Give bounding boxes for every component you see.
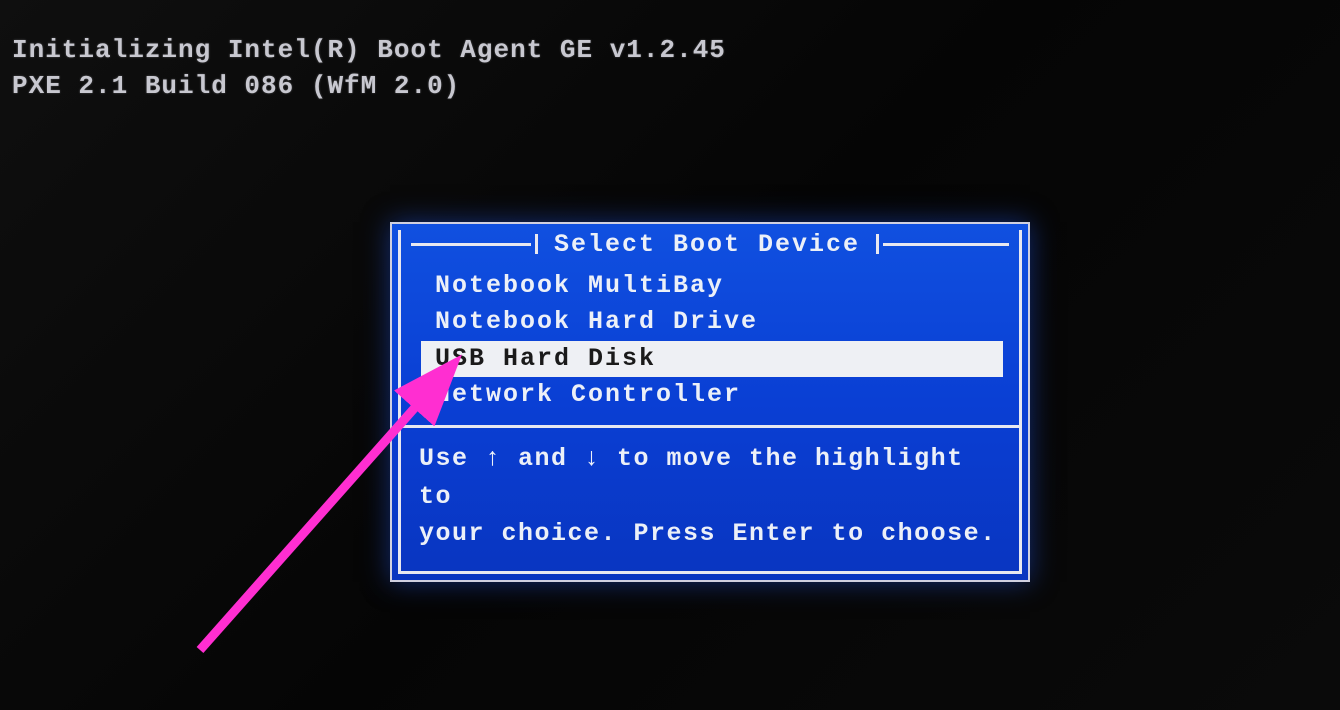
frame-bottom-line <box>401 571 1019 574</box>
frame-tick-left <box>535 234 538 254</box>
frame-line-right <box>883 243 1009 246</box>
boot-option-multibay[interactable]: Notebook MultiBay <box>431 268 1003 304</box>
boot-option-network-controller[interactable]: Network Controller <box>431 377 1003 413</box>
boot-line-2: PXE 2.1 Build 086 (WfM 2.0) <box>12 68 1328 104</box>
boot-line-1: Initializing Intel(R) Boot Agent GE v1.2… <box>12 32 1328 68</box>
help-line-2: your choice. Press Enter to choose. <box>419 515 1001 553</box>
boot-option-usb-hard-disk[interactable]: USB Hard Disk <box>421 341 1003 377</box>
frame-tick-right <box>876 234 879 254</box>
help-line-1: Use ↑ and ↓ to move the highlight to <box>419 440 1001 515</box>
boot-menu-title: Select Boot Device <box>542 230 872 259</box>
boot-menu-help: Use ↑ and ↓ to move the highlight to you… <box>401 428 1019 571</box>
frame-line-left <box>411 243 531 246</box>
boot-option-hard-drive[interactable]: Notebook Hard Drive <box>431 304 1003 340</box>
boot-menu-title-row: Select Boot Device <box>401 230 1019 258</box>
boot-menu-frame: Select Boot Device Notebook MultiBay Not… <box>398 230 1022 574</box>
boot-device-menu: Select Boot Device Notebook MultiBay Not… <box>390 222 1030 582</box>
boot-menu-items: Notebook MultiBay Notebook Hard Drive US… <box>401 258 1019 425</box>
boot-status-text: Initializing Intel(R) Boot Agent GE v1.2… <box>0 0 1340 105</box>
